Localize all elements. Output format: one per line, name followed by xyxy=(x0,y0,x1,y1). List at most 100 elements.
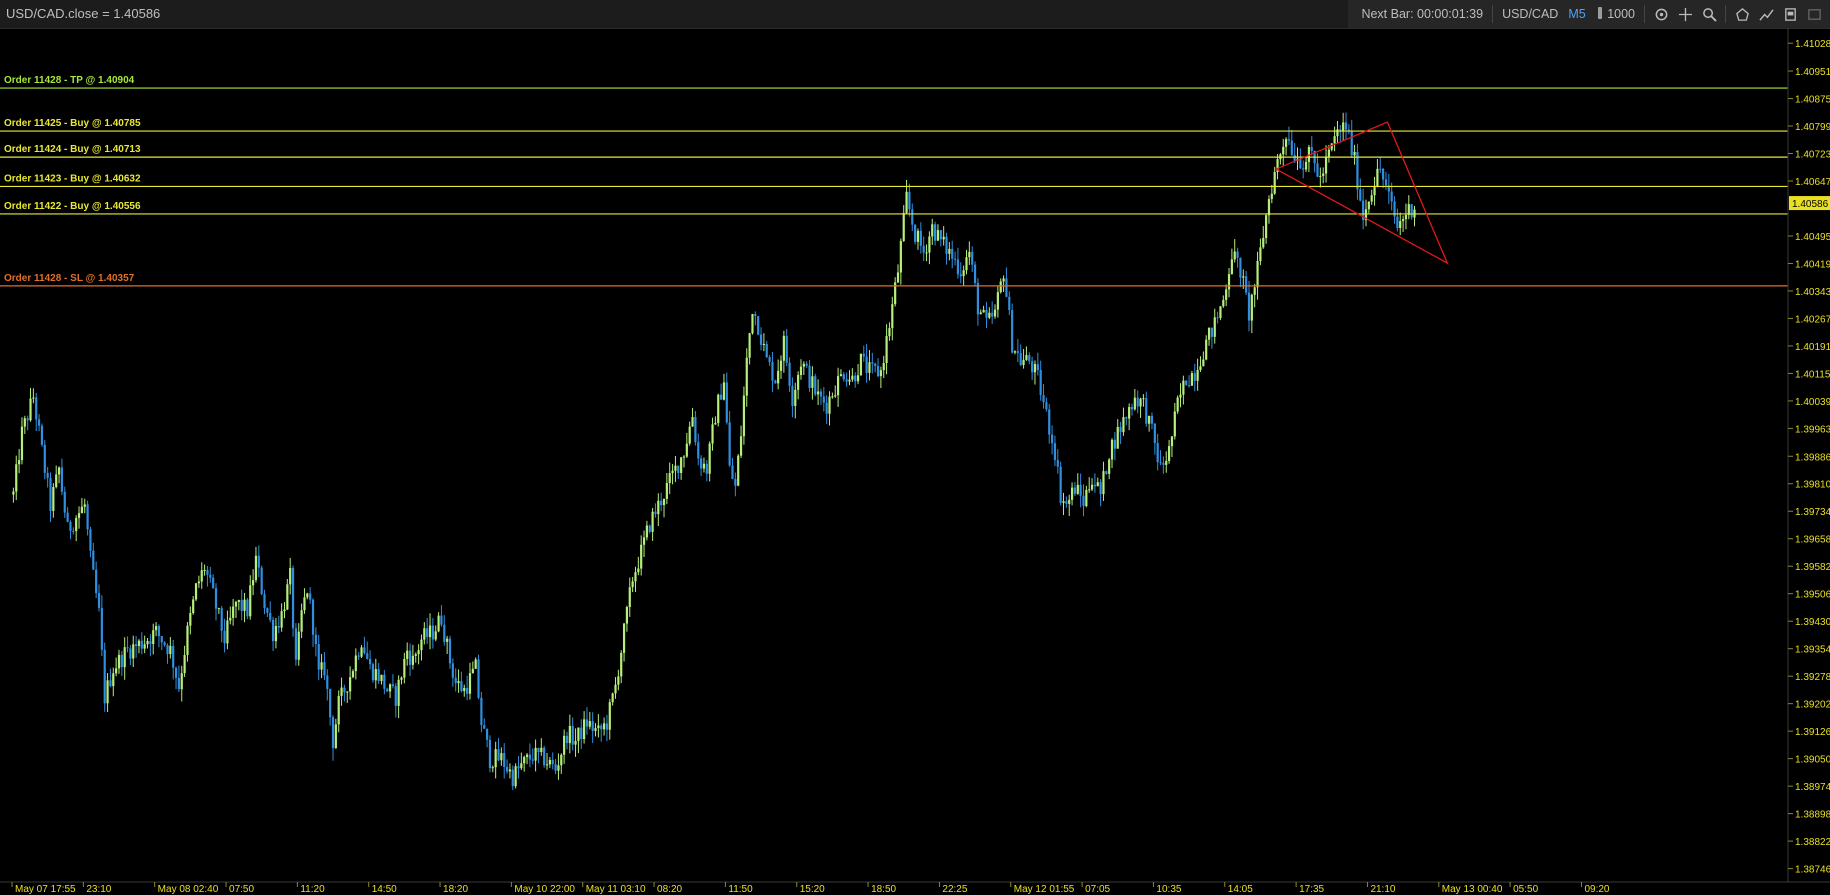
refresh-icon[interactable] xyxy=(1650,3,1672,25)
candle-body xyxy=(1282,146,1285,155)
order-label: Order 11428 - SL @ 1.40357 xyxy=(4,273,135,284)
candle-body xyxy=(799,366,803,375)
candle-body xyxy=(1173,411,1176,437)
candle-body xyxy=(1399,221,1402,228)
candle-body xyxy=(922,245,925,253)
candle-body xyxy=(808,365,811,388)
candle-body xyxy=(762,343,765,345)
toolbar-separator xyxy=(1644,5,1645,23)
candle-body xyxy=(397,679,400,706)
candle-body xyxy=(297,631,300,660)
candle-body xyxy=(112,673,115,687)
zoom-icon[interactable] xyxy=(1698,3,1720,25)
candle-body xyxy=(306,593,309,598)
candle-body xyxy=(1245,276,1248,293)
candle-body xyxy=(1390,191,1393,202)
candle-body xyxy=(1382,168,1385,180)
candle-body xyxy=(1065,501,1068,504)
candle-body xyxy=(859,353,863,376)
quantity-field[interactable]: 1000 xyxy=(1596,7,1635,21)
candle-body xyxy=(46,472,49,478)
candle-body xyxy=(1304,161,1308,170)
y-tick-label: 1.39202 xyxy=(1795,700,1830,711)
candle-body xyxy=(257,555,260,568)
candle-body xyxy=(1079,484,1082,496)
candle-body xyxy=(771,362,774,381)
candle-body xyxy=(477,659,480,698)
y-tick-label: 1.38822 xyxy=(1795,837,1830,848)
candle-body xyxy=(1019,352,1022,366)
candle-body xyxy=(383,674,386,689)
candle-body xyxy=(1148,415,1151,424)
candle-body xyxy=(1082,495,1085,507)
crosshair-icon[interactable] xyxy=(1674,3,1696,25)
candle-body xyxy=(591,721,594,731)
shape-icon[interactable] xyxy=(1731,3,1753,25)
candle-body xyxy=(460,681,463,692)
candle-body xyxy=(485,728,489,740)
candle-body xyxy=(1310,147,1313,151)
candle-body xyxy=(200,570,203,582)
candle-body xyxy=(1105,471,1108,474)
symbol-selector[interactable]: USD/CAD xyxy=(1502,7,1558,21)
candle-body xyxy=(52,487,55,511)
candle-body xyxy=(517,766,520,769)
candle-body xyxy=(1373,185,1376,196)
candle-body xyxy=(12,491,15,495)
candle-body xyxy=(768,357,771,363)
candle-body xyxy=(366,653,369,659)
candle-body xyxy=(708,443,711,474)
candle-body xyxy=(440,615,443,625)
candle-body xyxy=(534,747,537,761)
candle-body xyxy=(1182,380,1185,395)
candle-body xyxy=(18,460,21,465)
candle-body xyxy=(1102,471,1105,495)
candle-body xyxy=(1170,436,1174,447)
candle-body xyxy=(377,669,380,682)
timeframe-selector[interactable]: M5 xyxy=(1568,7,1585,21)
candle-body xyxy=(232,606,235,618)
window-icon[interactable] xyxy=(1803,3,1825,25)
candle-body xyxy=(403,658,406,678)
candle-body xyxy=(286,584,289,610)
candle-body xyxy=(682,456,686,458)
candle-body xyxy=(32,397,35,399)
y-tick-label: 1.40951 xyxy=(1795,67,1830,78)
candle-body xyxy=(1236,251,1239,258)
candle-body xyxy=(588,721,591,727)
trendline-icon[interactable] xyxy=(1755,3,1777,25)
candle-body xyxy=(557,765,560,771)
candle-body xyxy=(60,467,64,492)
x-tick-label: 23:10 xyxy=(86,884,111,895)
candle-body xyxy=(608,702,611,730)
candle-body xyxy=(443,624,446,642)
triangle-drawing[interactable] xyxy=(1274,121,1449,265)
candle-body xyxy=(1216,317,1219,319)
candle-body xyxy=(209,574,212,578)
candle-body xyxy=(854,375,857,382)
candle-body xyxy=(688,426,691,444)
x-tick-label: May 08 02:40 xyxy=(158,884,219,895)
candle-body xyxy=(523,756,526,764)
candle-body xyxy=(605,723,609,730)
panel-icon[interactable] xyxy=(1779,3,1801,25)
candle-body xyxy=(388,684,392,692)
price-chart[interactable]: Order 11428 - TP @ 1.40904 Order 11425 - … xyxy=(0,28,1830,895)
candle-body xyxy=(103,649,106,704)
candle-body xyxy=(1051,434,1054,444)
candle-body xyxy=(874,363,877,366)
y-tick-label: 1.39810 xyxy=(1795,480,1830,491)
candle-body xyxy=(86,504,89,530)
candle-body xyxy=(1088,489,1091,491)
candle-body xyxy=(83,504,86,507)
candle-body xyxy=(1319,175,1322,177)
candle-body xyxy=(500,753,503,761)
candle-body xyxy=(985,309,988,318)
candle-body xyxy=(1270,193,1273,200)
candle-body xyxy=(143,644,146,649)
candle-body xyxy=(640,544,643,569)
candle-body xyxy=(1287,139,1291,141)
candle-body xyxy=(1273,172,1276,194)
candle-body xyxy=(346,691,349,693)
candle-body xyxy=(414,654,417,656)
